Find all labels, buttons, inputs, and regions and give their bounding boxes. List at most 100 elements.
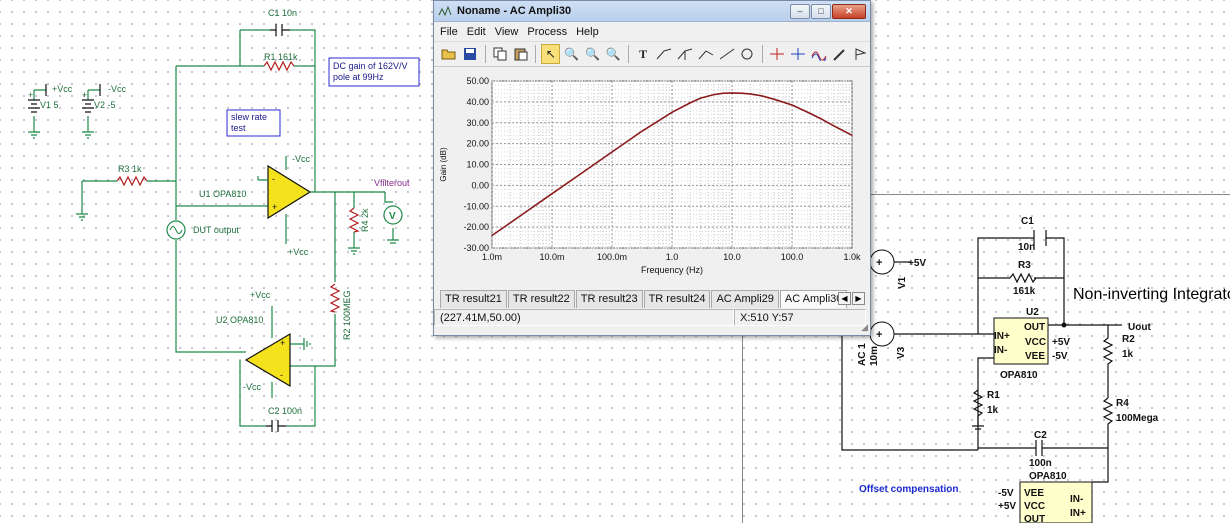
r3-label: R3 1k [118, 164, 142, 174]
r3-label: R3 [1018, 260, 1031, 271]
resize-grip-icon[interactable]: ◢ [861, 322, 868, 333]
svg-text:+: + [876, 257, 882, 269]
zoom-100-icon[interactable]: 🔍 [604, 44, 623, 64]
u3-vcc: VCC [1024, 501, 1045, 512]
gain-data-point [520, 215, 522, 217]
tab-ac-ampli29[interactable]: AC Ampli29 [711, 290, 779, 308]
r3-value: 161k [1013, 286, 1036, 297]
v1-label: V1 5 [40, 100, 59, 110]
voltmeter-v: V [389, 211, 396, 222]
zoom-out-icon[interactable]: 🔍 [583, 44, 602, 64]
r2-label: R2 100MEG [342, 290, 352, 340]
tab-scroll-left-icon[interactable]: ◀ [838, 292, 851, 305]
flag-icon[interactable] [851, 44, 870, 64]
u2-plus: + [280, 338, 285, 348]
u1-minus: - [272, 174, 275, 184]
y-tick-label: 20.00 [466, 139, 489, 149]
text-icon[interactable]: T [634, 44, 653, 64]
u2-top-label: +Vcc [250, 290, 271, 300]
r2-label: R2 [1122, 334, 1135, 345]
circle-icon[interactable] [738, 44, 757, 64]
v2-label: V2 -5 [94, 100, 116, 110]
u2-vcc-net: +5V [1052, 337, 1070, 348]
probe-icon[interactable] [830, 44, 849, 64]
r1-value: 1k [987, 405, 999, 416]
maximize-button[interactable]: □ [811, 3, 831, 19]
tab-tr-result23[interactable]: TR result23 [575, 290, 643, 308]
menu-file[interactable]: File [440, 26, 458, 38]
u3-part: OPA810 [1029, 471, 1067, 482]
gain-data-point [611, 151, 613, 153]
gain-data-point [791, 104, 793, 106]
gain-data-point [713, 94, 715, 96]
menu-help[interactable]: Help [576, 26, 599, 38]
u3-inp: IN+ [1070, 508, 1086, 519]
uout-label: Uout [1128, 322, 1151, 333]
tab-tr-result21[interactable]: TR result21 [440, 290, 507, 308]
tab-tr-result24[interactable]: TR result24 [643, 290, 711, 308]
y-tick-label: 40.00 [466, 97, 489, 107]
cursor-a-icon[interactable] [655, 44, 674, 64]
zoom-in-icon[interactable]: 🔍 [562, 44, 581, 64]
menu-view[interactable]: View [495, 26, 519, 38]
result-tabs: TR result21 TR result22 TR result23 TR r… [440, 290, 848, 308]
copy-icon[interactable] [491, 44, 510, 64]
open-icon[interactable] [440, 44, 459, 64]
tab-tr-result22[interactable]: TR result22 [507, 290, 575, 308]
note-dc-line2: pole at 99Hz [333, 72, 384, 82]
gain-data-point [731, 92, 733, 94]
note-slew-line1: slew rate [231, 112, 267, 122]
save-icon[interactable] [461, 44, 480, 64]
close-button[interactable]: ✕ [832, 3, 866, 19]
bode-chart[interactable]: 1.0m 10.0m 100.0m 1.0 10.0 100.0 1.0k 50.00 40.0… [434, 69, 870, 290]
gain-data-point [760, 95, 762, 97]
status-coords: (227.41M,50.00) [434, 309, 734, 326]
minimize-button[interactable]: – [790, 3, 810, 19]
ac1-label: AC 1 [857, 343, 868, 366]
left-schematic[interactable]: C1 10n R1 161k DC gain of 162V/V pole at… [0, 0, 433, 523]
gain-data-point [820, 118, 822, 120]
u2-inp: IN+ [994, 331, 1010, 342]
menu-process[interactable]: Process [527, 26, 567, 38]
r4-label: R4 [1116, 398, 1129, 409]
pointer-icon[interactable]: ↖ [541, 44, 561, 64]
tab-scroll-right-icon[interactable]: ▶ [852, 292, 865, 305]
x-tick-label: 100.0 [781, 252, 804, 262]
note-slew-line2: test [231, 123, 246, 133]
menu-edit[interactable]: Edit [467, 26, 486, 38]
cursor-b-icon[interactable] [675, 44, 694, 64]
gain-data-point [833, 125, 835, 127]
window-titlebar[interactable]: Noname - AC Ampli30 – □ ✕ [434, 1, 870, 22]
v3-label: V3 [896, 346, 907, 359]
u1-label: U1 OPA810 [199, 189, 246, 199]
cursor-c-icon[interactable] [696, 44, 715, 64]
u2-part: OPA810 [1000, 370, 1038, 381]
u1-bottom-label: +Vcc [288, 247, 309, 257]
u3-vcc-net: +5V [998, 501, 1016, 512]
y-tick-label: 30.00 [466, 118, 489, 128]
toolbar: ↖ 🔍 🔍 🔍 T [434, 41, 870, 67]
u2-vcc: VCC [1025, 337, 1046, 348]
y-axis-label: Gain (dB) [439, 147, 448, 182]
gain-data-point [551, 193, 553, 195]
c2-value: 100n [1029, 458, 1052, 469]
marker-b-icon[interactable] [789, 44, 808, 64]
u2-inn: IN- [994, 345, 1007, 356]
x-tick-label: 10.0m [539, 252, 564, 262]
u2-minus: - [280, 370, 283, 380]
r1-label: R1 [987, 390, 1000, 401]
v1-net: +5V [908, 258, 926, 269]
app-icon [438, 5, 452, 17]
u3-inn: IN- [1070, 494, 1083, 505]
paste-icon[interactable] [512, 44, 531, 64]
graph-window[interactable]: Noname - AC Ampli30 – □ ✕ File Edit View… [433, 0, 871, 336]
u3-out: OUT [1024, 514, 1045, 523]
line-icon[interactable] [717, 44, 736, 64]
series-icon[interactable] [809, 44, 828, 64]
marker-a-icon[interactable] [768, 44, 787, 64]
gain-data-point [773, 98, 775, 100]
plot-area[interactable]: 1.0m 10.0m 100.0m 1.0 10.0 100.0 1.0k 50.00 40.0… [434, 69, 870, 290]
x-tick-label: 10.0 [723, 252, 741, 262]
r1-label: R1 161k [264, 52, 298, 62]
status-bar: (227.41M,50.00) X:510 Y:57 [434, 308, 870, 327]
